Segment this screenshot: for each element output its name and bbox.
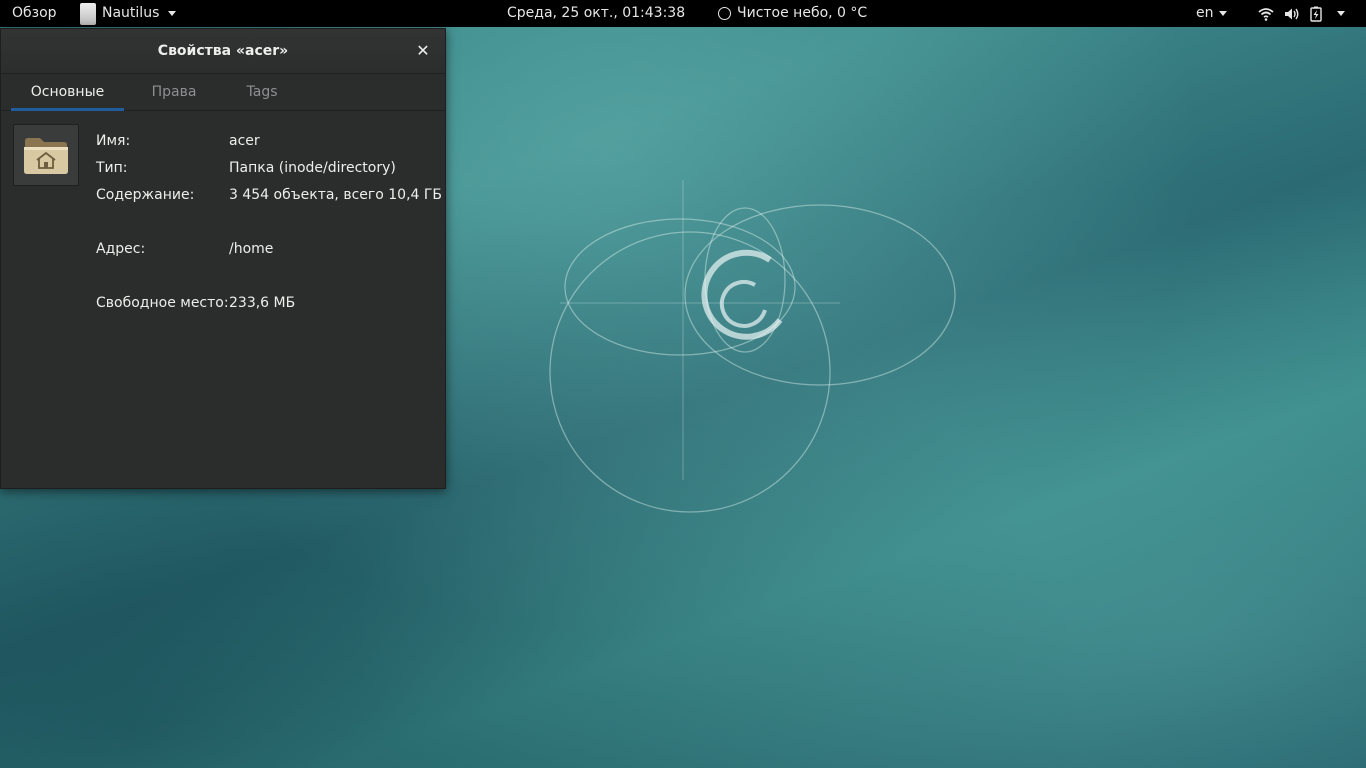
volume-icon bbox=[1285, 8, 1299, 19]
type-value: Папка (inode/directory) bbox=[229, 160, 396, 176]
chevron-down-icon bbox=[168, 11, 177, 16]
clock[interactable]: Среда, 25 окт., 01:43:38 bbox=[507, 0, 685, 27]
language-label: en bbox=[1196, 5, 1214, 21]
dialog-titlebar[interactable]: Свойства «acer» ✕ bbox=[1, 29, 445, 74]
contents-value: 3 454 объекта, всего 10,4 ГБ bbox=[229, 187, 443, 203]
activities-button[interactable]: Обзор bbox=[12, 0, 57, 27]
close-icon[interactable]: ✕ bbox=[413, 41, 433, 61]
chevron-down-icon bbox=[1218, 10, 1227, 16]
tab-tags[interactable]: Tags bbox=[233, 74, 291, 111]
free-space-value: 233,6 МБ bbox=[229, 295, 296, 311]
properties-dialog: Свойства «acer» ✕ Основные Права Tags Им… bbox=[0, 28, 446, 489]
tab-basic[interactable]: Основные bbox=[11, 74, 124, 111]
name-value[interactable]: acer bbox=[229, 133, 260, 149]
chevron-down-icon bbox=[1337, 11, 1345, 16]
home-folder-icon[interactable] bbox=[13, 124, 79, 186]
free-space-label: Свободное место: bbox=[96, 295, 229, 311]
tab-bar: Основные Права Tags bbox=[1, 74, 445, 111]
app-menu[interactable]: Nautilus bbox=[80, 0, 177, 27]
nautilus-app-icon bbox=[80, 2, 96, 25]
top-bar: Обзор Nautilus Среда, 25 окт., 01:43:38 … bbox=[0, 0, 1366, 27]
clear-sky-icon bbox=[718, 7, 731, 20]
weather-indicator[interactable]: Чистое небо, 0 °C bbox=[718, 0, 867, 27]
type-label: Тип: bbox=[96, 160, 128, 176]
location-label: Адрес: bbox=[96, 241, 146, 257]
properties-content: Имя: acer Тип: Папка (inode/directory) С… bbox=[1, 111, 445, 488]
debian-swirl-decoration bbox=[549, 180, 956, 513]
tab-permissions[interactable]: Права bbox=[141, 74, 207, 111]
system-status-menu[interactable] bbox=[1258, 0, 1345, 27]
contents-label: Содержание: bbox=[96, 187, 195, 203]
battery-charging-icon bbox=[1310, 6, 1322, 22]
name-label: Имя: bbox=[96, 133, 131, 149]
wifi-icon bbox=[1258, 7, 1274, 21]
weather-label: Чистое небо, 0 °C bbox=[737, 5, 868, 21]
location-value: /home bbox=[229, 241, 274, 257]
app-menu-label: Nautilus bbox=[102, 5, 160, 21]
dialog-title: Свойства «acer» bbox=[157, 43, 289, 59]
keyboard-layout-menu[interactable]: en bbox=[1196, 0, 1227, 27]
